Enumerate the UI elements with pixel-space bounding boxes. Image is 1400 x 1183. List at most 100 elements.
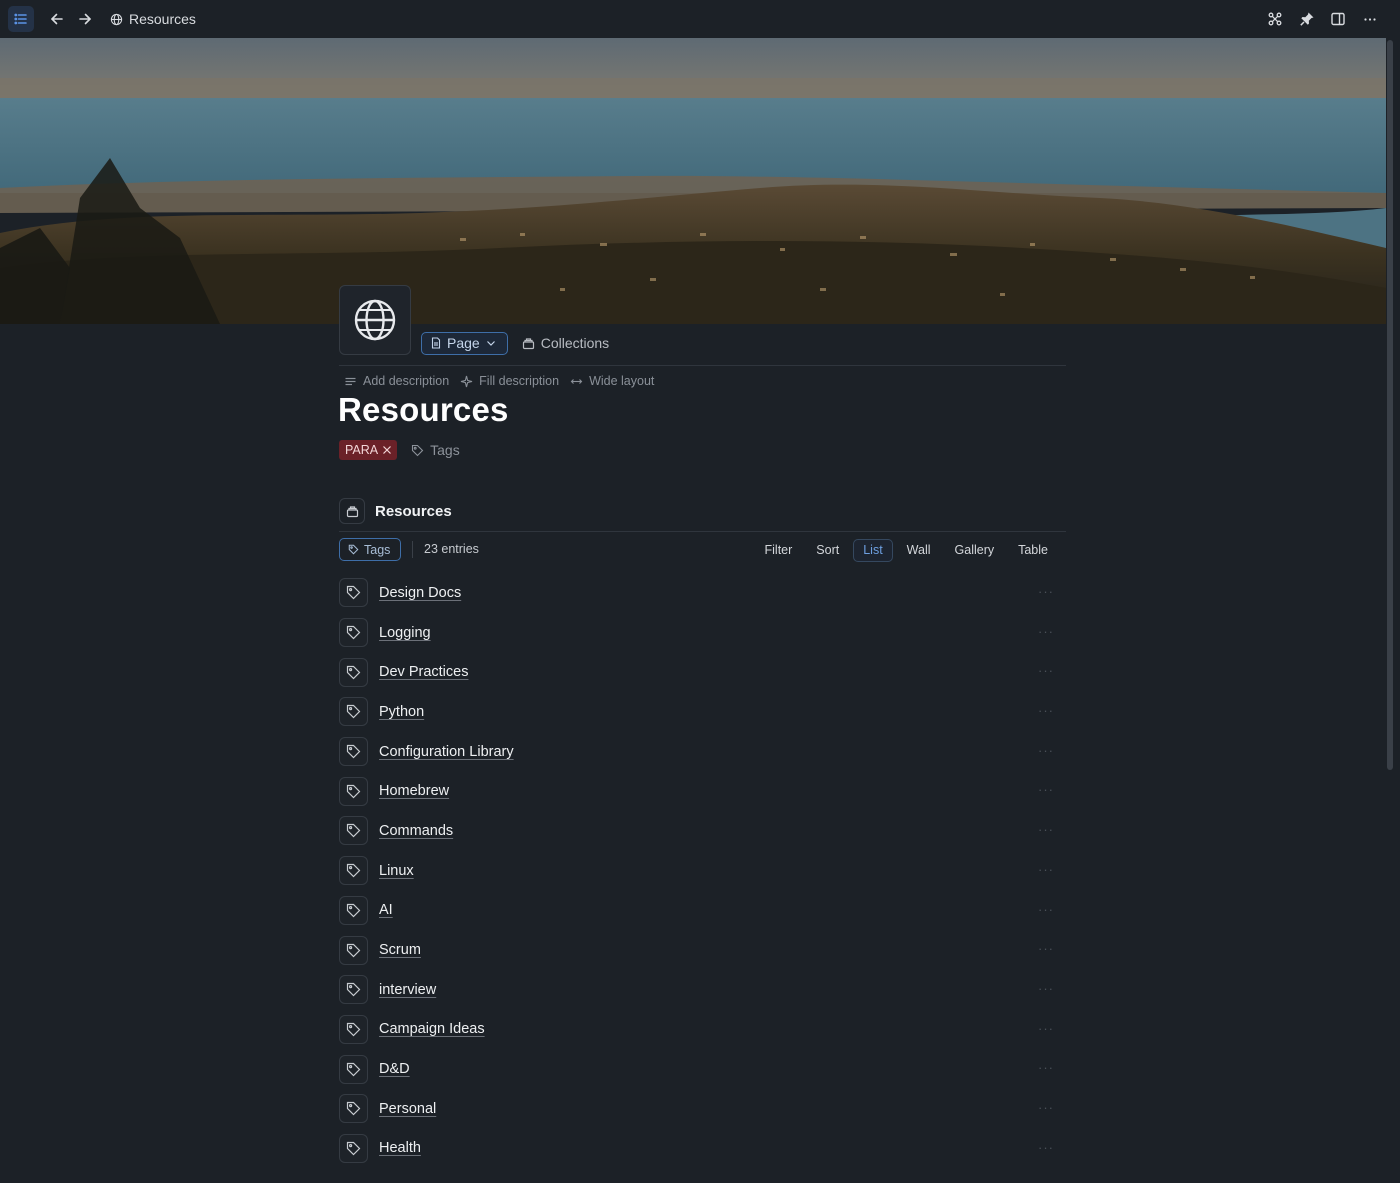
more-horizontal-icon[interactable]: ··· <box>1038 1100 1054 1115</box>
collections-link[interactable]: Collections <box>522 335 609 351</box>
tag-icon <box>346 784 361 799</box>
page-type-label: Page <box>447 335 480 351</box>
pin-button[interactable] <box>1294 6 1320 32</box>
list-item[interactable]: Scrum ··· <box>339 930 1066 970</box>
page-type-dropdown[interactable]: Page <box>421 331 508 355</box>
scrollbar-thumb[interactable] <box>1387 40 1393 770</box>
item-tag-icon-box[interactable] <box>339 935 368 965</box>
list-item-label[interactable]: D&D <box>379 1061 410 1077</box>
list-item-label[interactable]: Campaign Ideas <box>379 1021 485 1037</box>
more-horizontal-icon[interactable]: ··· <box>1038 703 1054 718</box>
list-view-button[interactable]: List <box>853 538 893 562</box>
list-item-label[interactable]: Linux <box>379 863 414 879</box>
graph-view-button[interactable] <box>1262 6 1288 32</box>
add-description-button[interactable]: Add description <box>344 374 449 388</box>
more-horizontal-icon[interactable]: ··· <box>1038 862 1054 877</box>
more-horizontal-icon[interactable]: ··· <box>1038 743 1054 758</box>
more-horizontal-icon[interactable]: ··· <box>1038 1060 1054 1075</box>
list-item[interactable]: D&D ··· <box>339 1049 1066 1089</box>
item-tag-icon-box[interactable] <box>339 856 368 886</box>
item-tag-icon-box[interactable] <box>339 697 368 727</box>
item-tag-icon-box[interactable] <box>339 618 368 648</box>
filter-button[interactable]: Filter <box>755 539 803 562</box>
collection-icon-box[interactable] <box>339 498 365 524</box>
item-tag-icon-box[interactable] <box>339 1133 368 1163</box>
list-item[interactable]: Linux ··· <box>339 851 1066 891</box>
more-horizontal-icon[interactable]: ··· <box>1038 981 1054 996</box>
list-item-label[interactable]: Design Docs <box>379 585 461 601</box>
item-tag-icon-box[interactable] <box>339 1094 368 1124</box>
top-bar: Resources <box>0 0 1400 38</box>
more-horizontal-icon[interactable]: ··· <box>1038 1021 1054 1036</box>
more-horizontal-icon <box>1364 18 1376 21</box>
item-tag-icon-box[interactable] <box>339 895 368 925</box>
item-tag-icon-box[interactable] <box>339 1014 368 1044</box>
sort-button[interactable]: Sort <box>806 539 849 562</box>
page-title[interactable]: Resources <box>338 391 509 429</box>
list-item-label[interactable]: Commands <box>379 823 453 839</box>
list-item[interactable]: Commands ··· <box>339 811 1066 851</box>
item-tag-icon-box[interactable] <box>339 657 368 687</box>
item-tag-icon-box[interactable] <box>339 1054 368 1084</box>
list-item-label[interactable]: Personal <box>379 1101 436 1117</box>
more-horizontal-icon[interactable]: ··· <box>1038 624 1054 639</box>
wide-layout-button[interactable]: Wide layout <box>570 374 654 388</box>
close-icon[interactable] <box>382 445 392 455</box>
list-item[interactable]: AI ··· <box>339 891 1066 931</box>
more-horizontal-icon[interactable]: ··· <box>1038 902 1054 917</box>
more-horizontal-icon[interactable]: ··· <box>1038 584 1054 599</box>
tag-chip[interactable]: PARA <box>339 440 398 460</box>
wall-view-button[interactable]: Wall <box>897 539 941 562</box>
more-horizontal-icon[interactable]: ··· <box>1038 782 1054 797</box>
collection-title[interactable]: Resources <box>375 503 452 520</box>
list-item-label[interactable]: Dev Practices <box>379 664 468 680</box>
item-tag-icon-box[interactable] <box>339 975 368 1005</box>
list-item-label[interactable]: Python <box>379 704 424 720</box>
list-item[interactable]: Personal ··· <box>339 1089 1066 1129</box>
list-item[interactable]: Campaign Ideas ··· <box>339 1010 1066 1050</box>
gallery-view-button[interactable]: Gallery <box>945 539 1005 562</box>
list-item[interactable]: Logging ··· <box>339 613 1066 653</box>
wide-layout-label: Wide layout <box>589 374 655 388</box>
list-item-label[interactable]: Configuration Library <box>379 744 514 760</box>
page-icon[interactable] <box>339 285 411 355</box>
list-item[interactable]: Dev Practices ··· <box>339 652 1066 692</box>
breadcrumb[interactable]: Resources <box>110 0 196 38</box>
list-item[interactable]: Homebrew ··· <box>339 771 1066 811</box>
item-tag-icon-box[interactable] <box>339 816 368 846</box>
more-options-button[interactable] <box>1357 6 1383 32</box>
list-item[interactable]: Python ··· <box>339 692 1066 732</box>
add-description-label: Add description <box>363 374 450 388</box>
list-item-label[interactable]: AI <box>379 902 393 918</box>
more-horizontal-icon[interactable]: ··· <box>1038 941 1054 956</box>
page-type-row: Page Collections <box>421 331 609 355</box>
list-item-label[interactable]: Logging <box>379 625 431 641</box>
list-item-label[interactable]: Homebrew <box>379 783 449 799</box>
item-tag-icon-box[interactable] <box>339 578 368 608</box>
list-item-label[interactable]: Health <box>379 1140 421 1156</box>
item-tag-icon-box[interactable] <box>339 776 368 806</box>
more-horizontal-icon[interactable]: ··· <box>1038 1140 1054 1155</box>
split-view-button[interactable] <box>1325 6 1351 32</box>
tag-icon <box>346 625 361 640</box>
tag-icon <box>346 983 361 997</box>
tag-icon <box>348 544 359 555</box>
item-tag-icon-box[interactable] <box>339 737 368 767</box>
add-tags-button[interactable]: Tags <box>411 442 460 458</box>
forward-button[interactable] <box>72 6 98 32</box>
sidebar-toggle-button[interactable] <box>8 6 34 32</box>
fill-description-button[interactable]: Fill description <box>460 374 559 388</box>
table-view-button[interactable]: Table <box>1008 539 1058 562</box>
list-item-label[interactable]: Scrum <box>379 942 421 958</box>
list-item[interactable]: Health ··· <box>339 1129 1066 1169</box>
back-button[interactable] <box>44 6 70 32</box>
list-item[interactable]: Configuration Library ··· <box>339 732 1066 772</box>
list-item[interactable]: Design Docs ··· <box>339 573 1066 613</box>
list-item-label[interactable]: interview <box>379 982 436 998</box>
tags-filter-chip[interactable]: Tags <box>339 538 402 561</box>
more-horizontal-icon[interactable]: ··· <box>1038 663 1054 678</box>
cover-image[interactable] <box>0 38 1386 324</box>
list-item[interactable]: interview ··· <box>339 970 1066 1010</box>
tag-icon <box>346 1022 361 1037</box>
more-horizontal-icon[interactable]: ··· <box>1038 822 1054 837</box>
